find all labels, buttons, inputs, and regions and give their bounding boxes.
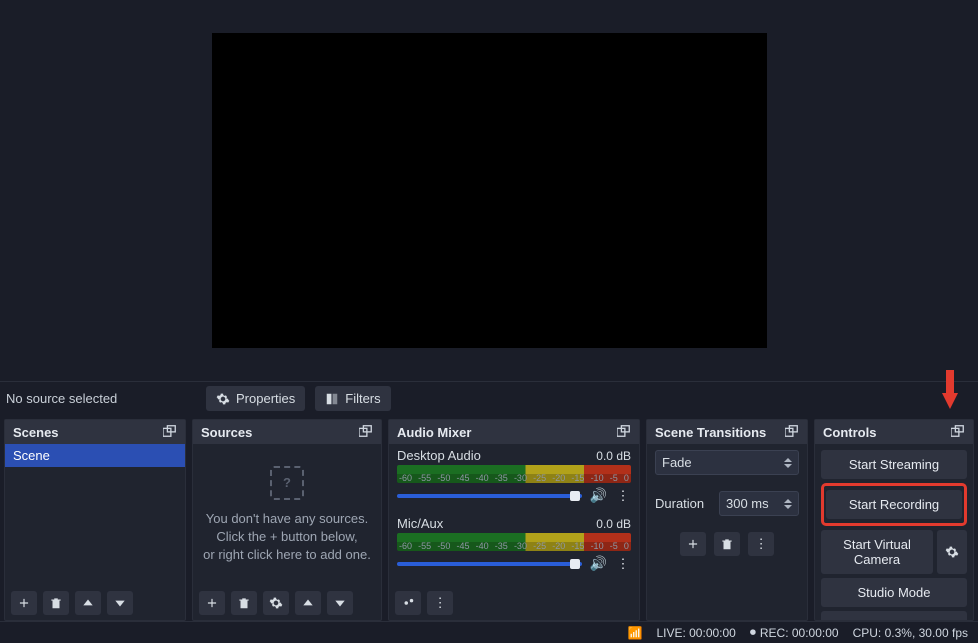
mixer-channel-db: 0.0 dB [596, 517, 631, 531]
mixer-menu-button[interactable]: ⋮ [427, 591, 453, 615]
mixer-meter: -60-55-50-45-40-35-30-25-20-15-10-50 [397, 533, 631, 551]
scene-delete-button[interactable] [43, 591, 69, 615]
scene-up-button[interactable] [75, 591, 101, 615]
popout-icon[interactable] [785, 425, 799, 440]
gear-icon [216, 392, 230, 406]
mixer-channel-db: 0.0 dB [596, 449, 631, 463]
mixer-ticks: -60-55-50-45-40-35-30-25-20-15-10-50 [397, 465, 631, 483]
dock-transitions-title: Scene Transitions [655, 425, 766, 440]
dock-transitions: Scene Transitions Fade Duration 300 ms ⋮ [646, 419, 808, 621]
transition-menu-button[interactable]: ⋮ [748, 532, 774, 556]
dock-mixer-head[interactable]: Audio Mixer [389, 420, 639, 444]
mixer-channel-name: Desktop Audio [397, 448, 481, 463]
transition-add-button[interactable] [680, 532, 706, 556]
question-icon: ? [270, 466, 304, 500]
annotation-arrow-head [942, 393, 958, 409]
speaker-icon[interactable]: 🔊 [590, 487, 607, 504]
no-source-label: No source selected [6, 391, 196, 406]
mixer-volume-slider[interactable] [397, 562, 582, 566]
scenes-list[interactable]: Scene [5, 444, 185, 586]
source-toolbar: No source selected Properties Filters [0, 381, 978, 415]
mixer-channel: Desktop Audio 0.0 dB -60-55-50-45-40-35-… [397, 448, 631, 504]
popout-icon[interactable] [951, 425, 965, 440]
preview-canvas[interactable] [212, 33, 767, 348]
annotation-highlight: Start Recording [821, 483, 967, 526]
mixer-volume-slider[interactable] [397, 494, 582, 498]
mixer-ticks: -60-55-50-45-40-35-30-25-20-15-10-50 [397, 533, 631, 551]
dock-sources-head[interactable]: Sources [193, 420, 381, 444]
dock-scenes-head[interactable]: Scenes [5, 420, 185, 444]
scene-item[interactable]: Scene [5, 444, 185, 467]
source-add-button[interactable] [199, 591, 225, 615]
mixer-footer: ⋮ [389, 586, 639, 620]
chevron-updown-icon [784, 499, 792, 509]
properties-label: Properties [236, 391, 295, 406]
dock-scenes: Scenes Scene [4, 419, 186, 621]
filters-button[interactable]: Filters [315, 386, 390, 411]
mixer-body: Desktop Audio 0.0 dB -60-55-50-45-40-35-… [389, 444, 639, 586]
scene-down-button[interactable] [107, 591, 133, 615]
dock-controls-head[interactable]: Controls [815, 420, 973, 444]
duration-value: 300 ms [726, 496, 769, 511]
sources-empty-l3: or right click here to add one. [203, 546, 371, 564]
source-up-button[interactable] [295, 591, 321, 615]
dock-scenes-title: Scenes [13, 425, 59, 440]
mixer-channel: Mic/Aux 0.0 dB -60-55-50-45-40-35-30-25-… [397, 516, 631, 572]
start-streaming-button[interactable]: Start Streaming [821, 450, 967, 479]
studio-mode-button[interactable]: Studio Mode [821, 578, 967, 607]
virtual-camera-settings-button[interactable] [937, 530, 967, 574]
duration-label: Duration [655, 496, 713, 511]
status-rec: ⏺REC: 00:00:00 [750, 625, 839, 640]
duration-spinner[interactable]: 300 ms [719, 491, 799, 516]
controls-body: Start Streaming Start Recording Start Vi… [815, 444, 973, 620]
mixer-channel-name: Mic/Aux [397, 516, 443, 531]
source-down-button[interactable] [327, 591, 353, 615]
transition-selected: Fade [662, 455, 692, 470]
settings-button[interactable]: Settings [821, 611, 967, 620]
preview-area [0, 0, 978, 381]
source-settings-button[interactable] [263, 591, 289, 615]
mixer-channel-menu[interactable]: ⋮ [615, 556, 631, 572]
speaker-icon[interactable]: 🔊 [590, 555, 607, 572]
dock-sources-title: Sources [201, 425, 252, 440]
status-live: LIVE: 00:00:00 [656, 626, 735, 640]
dock-mixer: Audio Mixer Desktop Audio 0.0 dB -60-55-… [388, 419, 640, 621]
mixer-advanced-button[interactable] [395, 591, 421, 615]
dock-sources: Sources ? You don't have any sources. Cl… [192, 419, 382, 621]
mixer-channel-menu[interactable]: ⋮ [615, 488, 631, 504]
dock-controls: Controls Start Streaming Start Recording… [814, 419, 974, 621]
scenes-footer [5, 586, 185, 620]
mixer-meter: -60-55-50-45-40-35-30-25-20-15-10-50 [397, 465, 631, 483]
sources-empty-l2: Click the + button below, [216, 528, 357, 546]
popout-icon[interactable] [163, 425, 177, 440]
sources-empty-l1: You don't have any sources. [206, 510, 368, 528]
popout-icon[interactable] [617, 425, 631, 440]
docks-row: Scenes Scene Sources ? You don't have an… [0, 415, 978, 621]
popout-icon[interactable] [359, 425, 373, 440]
transition-delete-button[interactable] [714, 532, 740, 556]
status-cpu: CPU: 0.3%, 30.00 fps [853, 626, 968, 640]
dock-controls-title: Controls [823, 425, 876, 440]
filters-icon [325, 392, 339, 406]
sources-empty[interactable]: ? You don't have any sources. Click the … [193, 444, 381, 586]
status-bar: 📶 LIVE: 00:00:00 ⏺REC: 00:00:00 CPU: 0.3… [0, 621, 978, 643]
chevron-updown-icon [784, 458, 792, 468]
dock-transitions-head[interactable]: Scene Transitions [647, 420, 807, 444]
dock-mixer-title: Audio Mixer [397, 425, 471, 440]
signal-icon: 📶 [628, 626, 643, 640]
scene-add-button[interactable] [11, 591, 37, 615]
record-icon: ⏺ [750, 625, 756, 640]
sources-footer [193, 586, 381, 620]
start-virtual-camera-button[interactable]: Start Virtual Camera [821, 530, 933, 574]
properties-button[interactable]: Properties [206, 386, 305, 411]
transitions-body: Fade Duration 300 ms ⋮ [647, 444, 807, 620]
filters-label: Filters [345, 391, 380, 406]
status-network: 📶 [628, 626, 643, 640]
start-recording-button[interactable]: Start Recording [826, 490, 962, 519]
transition-select[interactable]: Fade [655, 450, 799, 475]
source-delete-button[interactable] [231, 591, 257, 615]
